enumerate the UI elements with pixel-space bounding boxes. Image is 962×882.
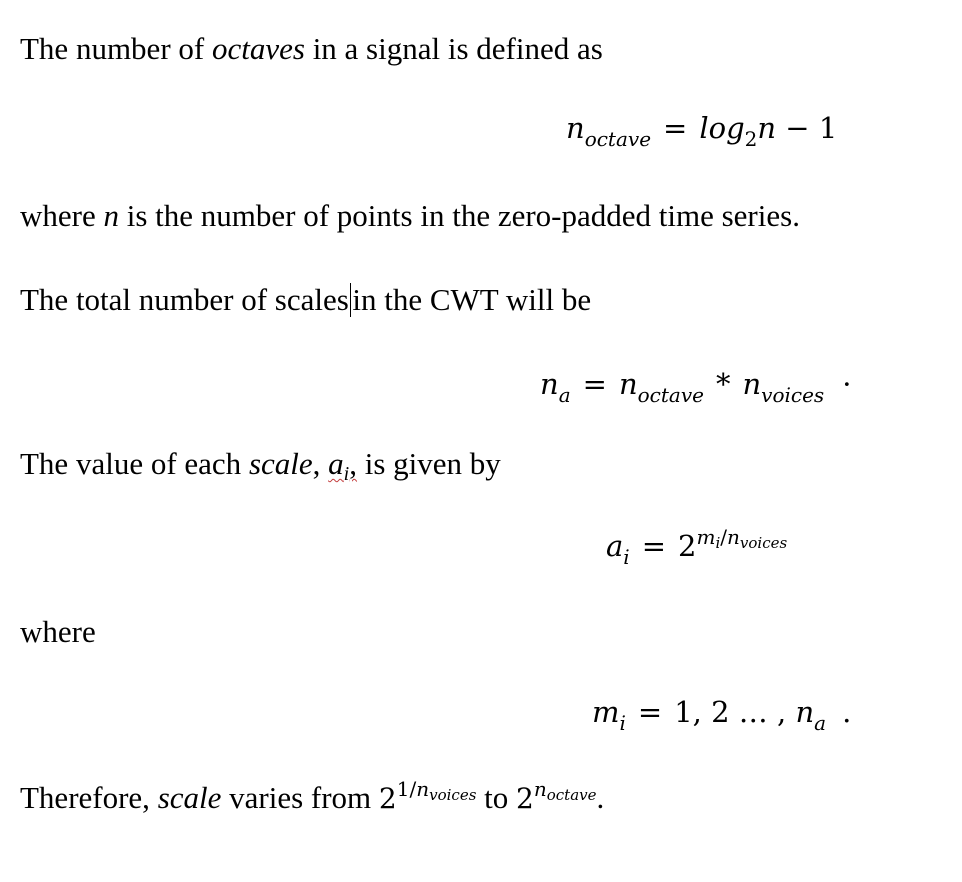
exp-n-sub: voices <box>739 534 788 552</box>
sub-a: a <box>558 383 571 407</box>
text: where <box>20 614 96 649</box>
exp-m-sub: i <box>715 534 721 552</box>
paragraph-therefore: Therefore, scale varies from 21/nvoices … <box>20 779 605 815</box>
base-2: 2 <box>516 782 534 815</box>
text: varies from <box>221 780 379 815</box>
equals: = <box>663 111 688 145</box>
exp-voices: voices <box>429 786 477 804</box>
paragraph-octaves-definition: The number of octaves in a signal is def… <box>20 33 603 64</box>
paragraph-scale-value: The value of each scale, ai, is given by <box>20 446 501 484</box>
sub-voices: voices <box>761 383 825 407</box>
exp-m: m <box>696 525 716 549</box>
var-n: n <box>618 367 638 401</box>
sub-octave: octave <box>584 127 652 151</box>
text: The value of each <box>20 446 249 481</box>
text: to <box>476 780 517 815</box>
sequence: 1, 2 … , <box>674 695 787 729</box>
italic-scale: scale <box>157 780 222 815</box>
var-n: n <box>742 367 762 401</box>
period: . <box>596 780 605 815</box>
equation-n-octave: noctave = log2n − 1 <box>566 111 838 150</box>
equation-n-a: na = noctave * nvoices · <box>540 367 852 406</box>
text: in the CWT will be <box>352 282 592 317</box>
sub-i: i <box>343 463 350 485</box>
text: is given by <box>356 446 501 481</box>
var-a: a <box>328 446 344 481</box>
sub-i: i <box>623 545 630 569</box>
exp-slash: / <box>720 525 727 549</box>
equation-m-i: mi = 1, 2 … , na. <box>592 695 852 734</box>
text: in a signal is defined as <box>304 31 603 66</box>
paragraph-where: where <box>20 616 96 647</box>
var-n: n <box>757 111 777 145</box>
text: where <box>20 198 104 233</box>
text: The total number of scales <box>20 282 349 317</box>
exp-one-over: 1/ <box>396 777 417 801</box>
exp-octave: octave <box>546 786 597 804</box>
comma: , <box>349 446 357 481</box>
italic-n: n <box>103 198 119 233</box>
exponent-2: noctave <box>533 777 597 804</box>
equals: = <box>637 695 663 729</box>
text: is the number of points in the zero-padd… <box>118 198 800 233</box>
var-n: n <box>795 695 815 729</box>
var-n: n <box>540 367 559 401</box>
equals: = <box>641 529 667 563</box>
text: , <box>312 446 329 481</box>
dot: · <box>842 367 852 401</box>
minus-one: − 1 <box>776 111 838 145</box>
base-2: 2 <box>378 782 397 815</box>
exp-n: n <box>416 777 430 801</box>
italic-scale: scale <box>248 446 313 481</box>
sub-octave: octave <box>637 383 704 407</box>
paragraph-where-n: where n is the number of points in the z… <box>20 200 800 231</box>
paragraph-total-scales[interactable]: The total number of scales in the CWT wil… <box>20 283 591 317</box>
sub-2: 2 <box>744 127 758 151</box>
text: Therefore, <box>20 780 158 815</box>
text: The number of <box>20 31 212 66</box>
base-2: 2 <box>678 529 697 563</box>
var-m: m <box>592 695 620 729</box>
spellcheck-underlined-ai: ai, <box>328 446 357 484</box>
exp-n: n <box>727 525 740 549</box>
sub-i: i <box>619 711 626 735</box>
sub-a: a <box>814 711 827 735</box>
exponent: mi/nvoices <box>696 525 788 552</box>
multiply: * <box>715 367 731 401</box>
exp-n: n <box>533 777 547 801</box>
equals: = <box>582 367 607 401</box>
equation-a-i: ai = 2mi/nvoices <box>606 527 787 567</box>
var-a: a <box>606 529 624 563</box>
var-n: n <box>566 111 585 145</box>
italic-term-octaves: octaves <box>211 31 305 66</box>
period: . <box>842 695 852 729</box>
log: log <box>699 111 745 145</box>
exponent-1: 1/nvoices <box>396 777 477 804</box>
